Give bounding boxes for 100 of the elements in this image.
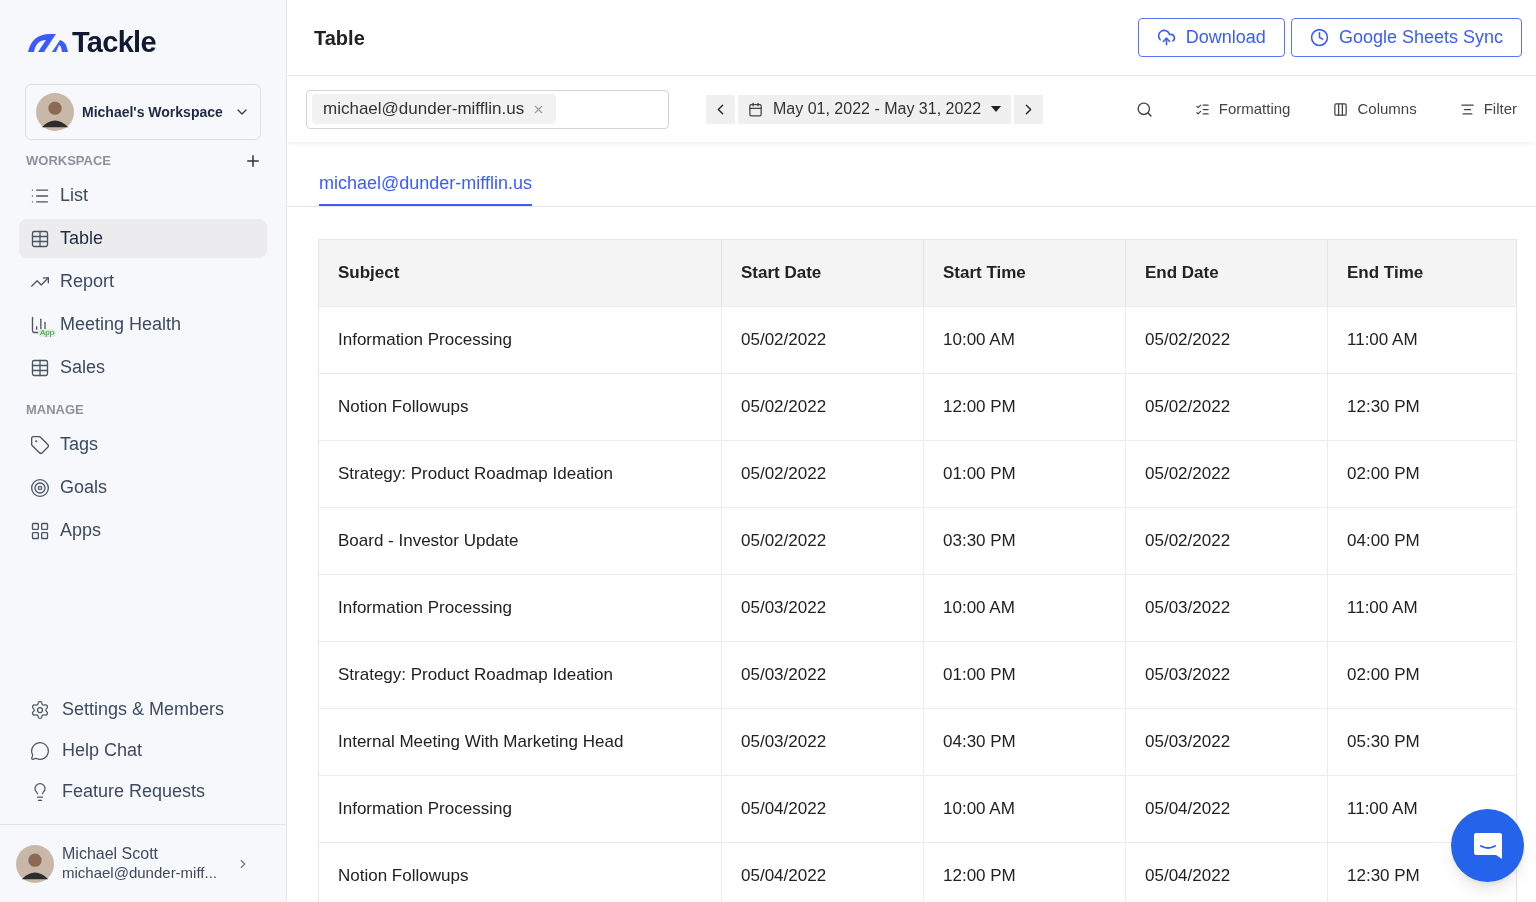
columns-icon [1333,101,1349,117]
table-cell-text: 05/02/2022 [1145,530,1231,553]
table-cell-text: Notion Followups [338,396,469,419]
page-title: Table [314,25,365,51]
nav-item[interactable]: List [19,176,267,215]
cloud-upload-icon [1156,28,1176,47]
filter-field[interactable]: michael@dunder-mifflin.us [306,89,669,129]
avatar [16,844,54,883]
chat-launcher[interactable] [1451,809,1524,882]
table-cell-text: 10:00 AM [943,329,1015,352]
table-cell-text: Notion Followups [338,865,469,888]
settings-icon [30,699,50,720]
table-cell-text: 12:30 PM [1347,396,1420,419]
table-cell-text: 05/03/2022 [741,597,827,620]
search-icon[interactable] [1135,100,1153,118]
app-badge: App [38,328,57,337]
clock-icon [1309,28,1329,47]
table-cell-text: 05/03/2022 [1145,664,1231,687]
table-cell-text: 11:00 AM [1347,798,1418,821]
calendar-icon [748,101,763,117]
table-cell-text: 10:00 AM [943,798,1015,821]
table-cell-text: 04:30 PM [943,731,1016,754]
column-header: Start Time [943,262,1026,285]
toolbar-button[interactable]: Filter [1459,97,1517,121]
table-cell-text: 05/04/2022 [741,865,827,888]
table-cell-text: 05/04/2022 [1145,865,1231,888]
nav-item[interactable]: Help Chat [19,730,267,771]
nav-item[interactable]: App Meeting Health [19,305,267,344]
table-cell-text: 05/02/2022 [741,329,827,352]
section-heading: MANAGE [26,401,84,420]
table-cell-text: 11:00 AM [1347,329,1418,352]
nav-item[interactable]: Goals [19,468,267,507]
table-cell-text: 05:30 PM [1347,731,1420,754]
add-icon[interactable] [244,152,262,170]
date-range-picker[interactable]: May 01, 2022 - May 31, 2022 [738,94,1012,124]
avatar [36,93,74,131]
table-cell-text: 04:00 PM [1347,530,1420,553]
table-cell-text: 05/02/2022 [1145,396,1231,419]
table-cell-text: 05/03/2022 [1145,731,1231,754]
section-heading: WORKSPACE [26,152,111,171]
chat-icon [30,740,50,761]
nav-item[interactable]: Apps [19,511,267,550]
table-cell-text: 05/04/2022 [741,798,827,821]
table-cell-text: Strategy: Product Roadmap Ideation [338,463,613,486]
grid-icon [30,520,50,541]
table-cell-text: 05/02/2022 [1145,329,1231,352]
table-cell-text: 05/02/2022 [741,396,827,419]
table-cell-text: 02:00 PM [1347,463,1420,486]
previous-button[interactable] [706,94,735,124]
column-header: End Date [1145,262,1219,285]
table-cell-text: 11:00 AM [1347,597,1418,620]
table-cell-text: 05/02/2022 [741,463,827,486]
table-cell-text: Strategy: Product Roadmap Ideation [338,664,613,687]
nav-item[interactable]: Feature Requests [19,771,267,812]
nav-item[interactable]: Settings & Members [19,689,267,730]
brand-name: Tackle [72,27,156,57]
table-cell-text: 05/04/2022 [1145,798,1231,821]
table-cell-text: Information Processing [338,798,512,821]
table-cell-text: Board - Investor Update [338,530,519,553]
table-cell-text: 05/03/2022 [741,731,827,754]
table-cell-text: 01:00 PM [943,463,1016,486]
caret-down-icon [991,106,1002,112]
column-header: Subject [338,262,400,285]
table-cell-text: 05/03/2022 [741,664,827,687]
filter-icon [1459,101,1475,117]
table-cell-text: 12:30 PM [1347,865,1420,888]
column-header: End Time [1347,262,1424,285]
column-header: Start Date [741,262,822,285]
table-cell-text: 10:00 AM [943,597,1015,620]
nav-item[interactable]: Report [19,262,267,301]
table-cell-text: 05/02/2022 [1145,463,1231,486]
tab[interactable]: michael@dunder-mifflin.us [319,162,533,206]
table-icon [30,357,50,378]
table-cell-text: 03:30 PM [943,530,1016,553]
outline-button[interactable]: Download [1137,18,1285,57]
nav-item[interactable]: Tags [19,425,267,464]
nav-item[interactable]: Table [19,219,267,258]
table-cell-text: 01:00 PM [943,664,1016,687]
user-email: michael@dunder-miff... [62,864,218,883]
table-cell-text: 12:00 PM [943,865,1016,888]
table-cell-text: 02:00 PM [1347,664,1420,687]
table-cell-text: Information Processing [338,329,512,352]
nav-item[interactable]: Sales [19,348,267,387]
target-icon [30,477,50,498]
table-cell-text: 05/02/2022 [741,530,827,553]
filter-chip: michael@dunder-mifflin.us [312,94,557,124]
table-cell-text: Information Processing [338,597,512,620]
list-icon [1194,101,1210,117]
table-cell-text: 12:00 PM [943,396,1016,419]
table-cell-text: 05/03/2022 [1145,597,1231,620]
next-button[interactable] [1014,94,1044,124]
table-cell-text: Internal Meeting With Marketing Head [338,731,624,754]
outline-button[interactable]: Google Sheets Sync [1290,18,1522,57]
toolbar-button[interactable]: Columns [1333,97,1417,121]
user-name: Michael Scott [62,844,160,865]
table-icon [30,228,50,249]
tag-icon [30,434,50,455]
workspace-switcher[interactable]: Michael's Workspace [25,84,261,140]
toolbar-button[interactable]: Formatting [1194,97,1291,121]
chat-icon [1471,830,1504,861]
